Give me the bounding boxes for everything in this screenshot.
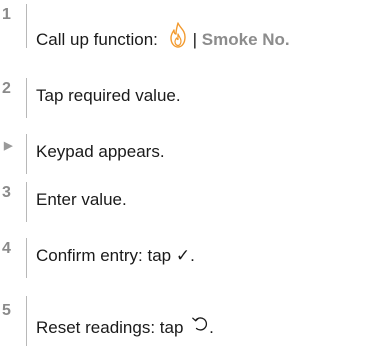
step-number: 5	[2, 302, 11, 319]
flame-icon	[169, 22, 186, 48]
step-text: Tap required value.	[36, 86, 181, 105]
step-number: 3	[2, 184, 11, 201]
function-name: Smoke No.	[201, 30, 290, 49]
step-separator: |	[192, 30, 202, 49]
step-number: 1	[2, 6, 11, 23]
check-icon: ✓	[175, 246, 191, 266]
step-text: Keypad appears.	[36, 142, 165, 161]
step-1: 1 Call up function: | Smoke No.	[0, 4, 388, 50]
step-text: Call up function: | Smoke No.	[36, 22, 290, 52]
step-divider	[26, 296, 27, 346]
result-arrow-icon: ▶	[4, 140, 13, 152]
step-3: 3 Enter value.	[0, 182, 388, 228]
step-instruction: Confirm entry: tap	[36, 246, 176, 265]
step-5: 5 Reset readings: tap .	[0, 296, 388, 346]
step-text: Confirm entry: tap ✓.	[36, 244, 195, 268]
step-divider	[26, 182, 27, 222]
step-divider	[26, 134, 27, 174]
step-divider	[26, 4, 27, 48]
step-suffix: .	[209, 318, 214, 337]
step-suffix: .	[190, 246, 195, 265]
step-2: 2 Tap required value.	[0, 78, 388, 124]
step-number: 4	[2, 240, 11, 257]
step-text: Reset readings: tap .	[36, 314, 214, 340]
step-divider	[26, 78, 27, 118]
step-4: 4 Confirm entry: tap ✓.	[0, 238, 388, 284]
reset-icon	[192, 317, 208, 331]
step-instruction: Reset readings: tap	[36, 318, 189, 337]
step-result: ▶ Keypad appears.	[0, 134, 388, 180]
step-number: 2	[2, 80, 11, 97]
step-divider	[26, 238, 27, 278]
step-text: Enter value.	[36, 190, 127, 209]
step-instruction: Call up function:	[36, 30, 163, 49]
